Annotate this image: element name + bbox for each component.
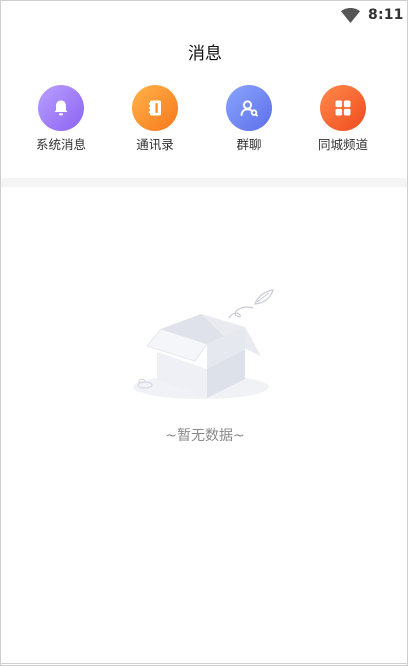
- group-chat-badge: [226, 85, 272, 131]
- wifi-icon: [341, 8, 360, 23]
- bell-icon: [54, 100, 68, 116]
- contacts-label: 通讯录: [136, 137, 174, 152]
- group-chat-label: 群聊: [236, 137, 262, 152]
- quick-actions: 系统消息 通讯录 群聊 同城频道: [1, 85, 407, 155]
- empty-state-text: ~暂无数据~: [165, 428, 245, 444]
- section-divider: [1, 178, 407, 187]
- system-messages-badge: [38, 85, 84, 131]
- contacts-button[interactable]: 通讯录: [115, 85, 195, 153]
- grid-icon: [335, 100, 351, 116]
- page-title: 消息: [188, 44, 222, 64]
- bottom-divider: [1, 663, 407, 664]
- city-channel-button[interactable]: 同城频道: [303, 85, 383, 153]
- system-messages-button[interactable]: 系统消息: [21, 85, 101, 153]
- app-screen: 8:11 消息 系统消息 通讯录 群聊 同城频道 ~暂无数据~: [0, 0, 408, 666]
- city-channel-badge: [320, 85, 366, 131]
- system-messages-label: 系统消息: [35, 137, 86, 152]
- group-chat-button[interactable]: 群聊: [209, 85, 289, 153]
- contact-book-icon: [148, 100, 161, 116]
- status-bar: 8:11: [1, 1, 407, 31]
- contacts-badge: [132, 85, 178, 131]
- status-time: 8:11: [368, 7, 404, 23]
- group-chat-icon: [240, 100, 258, 117]
- empty-box-icon: [133, 289, 274, 399]
- city-channel-label: 同城频道: [317, 137, 368, 152]
